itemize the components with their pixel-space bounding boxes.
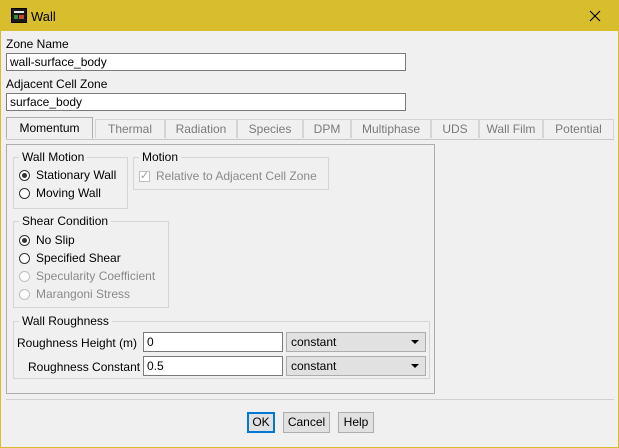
roughness-height-method-select[interactable]: constant	[286, 332, 426, 352]
checkbox-checked-icon: ✓	[139, 169, 150, 182]
tab-momentum[interactable]: Momentum	[6, 117, 93, 139]
roughness-height-label: Roughness Height (m)	[17, 336, 138, 350]
specularity-coefficient-radio: Specularity Coefficient	[19, 269, 155, 283]
specularity-coefficient-label: Specularity Coefficient	[36, 269, 156, 283]
wall-roughness-title: Wall Roughness	[19, 314, 112, 328]
momentum-panel: Wall Motion Stationary Wall Moving Wall …	[6, 144, 435, 394]
moving-wall-radio[interactable]: Moving Wall	[19, 186, 101, 200]
wall-dialog: Wall Zone Name wall-surface_body Adjacen…	[0, 0, 619, 448]
motion-title: Motion	[139, 150, 182, 164]
tab-wall-film[interactable]: Wall Film	[479, 119, 543, 138]
specified-shear-radio[interactable]: Specified Shear	[19, 251, 121, 265]
radio-checked-icon	[19, 169, 30, 181]
tab-thermal[interactable]: Thermal	[95, 119, 165, 138]
radio-unchecked-icon	[19, 187, 30, 199]
no-slip-radio[interactable]: No Slip	[19, 233, 75, 247]
specified-shear-label: Specified Shear	[36, 251, 121, 265]
radio-disabled-icon	[19, 288, 30, 300]
relative-to-adjacent-label: Relative to Adjacent Cell Zone	[156, 169, 317, 183]
moving-wall-label: Moving Wall	[36, 186, 101, 200]
stationary-wall-label: Stationary Wall	[36, 168, 117, 182]
tab-dpm[interactable]: DPM	[303, 119, 351, 138]
wall-roughness-group: Wall Roughness Roughness Height (m) 0 co…	[13, 314, 430, 379]
tab-bar: Momentum Thermal Radiation Species DPM M…	[6, 117, 614, 140]
cancel-button[interactable]: Cancel	[283, 412, 330, 433]
dropdown-caret-icon	[411, 364, 419, 368]
tab-species[interactable]: Species	[237, 119, 303, 138]
dropdown-caret-icon	[411, 340, 419, 344]
app-icon	[11, 8, 27, 23]
roughness-constant-method-select[interactable]: constant	[286, 356, 426, 376]
relative-to-adjacent-checkbox[interactable]: ✓ Relative to Adjacent Cell Zone	[139, 169, 317, 183]
close-button[interactable]	[572, 1, 618, 31]
shear-condition-group: Shear Condition No Slip Specified Shear …	[13, 214, 169, 308]
footer-divider	[6, 399, 614, 400]
tab-radiation[interactable]: Radiation	[165, 119, 237, 138]
roughness-constant-label: Roughness Constant	[28, 360, 141, 374]
radio-checked-icon	[19, 234, 30, 246]
radio-disabled-icon	[19, 270, 30, 282]
window-title: Wall	[31, 9, 56, 24]
roughness-height-input[interactable]: 0	[143, 332, 283, 352]
help-button[interactable]: Help	[338, 412, 374, 433]
wall-motion-title: Wall Motion	[19, 150, 88, 164]
roughness-height-method-value: constant	[291, 335, 337, 349]
tab-potential[interactable]: Potential	[543, 119, 614, 138]
zone-name-input[interactable]: wall-surface_body	[6, 53, 406, 71]
adjacent-cell-zone-label: Adjacent Cell Zone	[6, 77, 108, 91]
motion-group: Motion ✓ Relative to Adjacent Cell Zone	[133, 150, 329, 190]
marangoni-stress-radio: Marangoni Stress	[19, 287, 130, 301]
adjacent-cell-zone-field: surface_body	[6, 93, 406, 111]
roughness-constant-input[interactable]: 0.5	[143, 356, 283, 376]
stationary-wall-radio[interactable]: Stationary Wall	[19, 168, 116, 182]
ok-button[interactable]: OK	[247, 412, 275, 433]
title-bar[interactable]: Wall	[1, 1, 618, 31]
close-icon	[589, 10, 601, 22]
wall-motion-group: Wall Motion Stationary Wall Moving Wall	[13, 150, 128, 209]
shear-condition-title: Shear Condition	[19, 214, 112, 228]
zone-name-label: Zone Name	[6, 37, 69, 51]
radio-unchecked-icon	[19, 252, 30, 264]
tab-multiphase[interactable]: Multiphase	[351, 119, 431, 138]
no-slip-label: No Slip	[36, 233, 75, 247]
roughness-constant-method-value: constant	[291, 359, 337, 373]
tab-uds[interactable]: UDS	[431, 119, 479, 138]
marangoni-stress-label: Marangoni Stress	[36, 287, 131, 301]
